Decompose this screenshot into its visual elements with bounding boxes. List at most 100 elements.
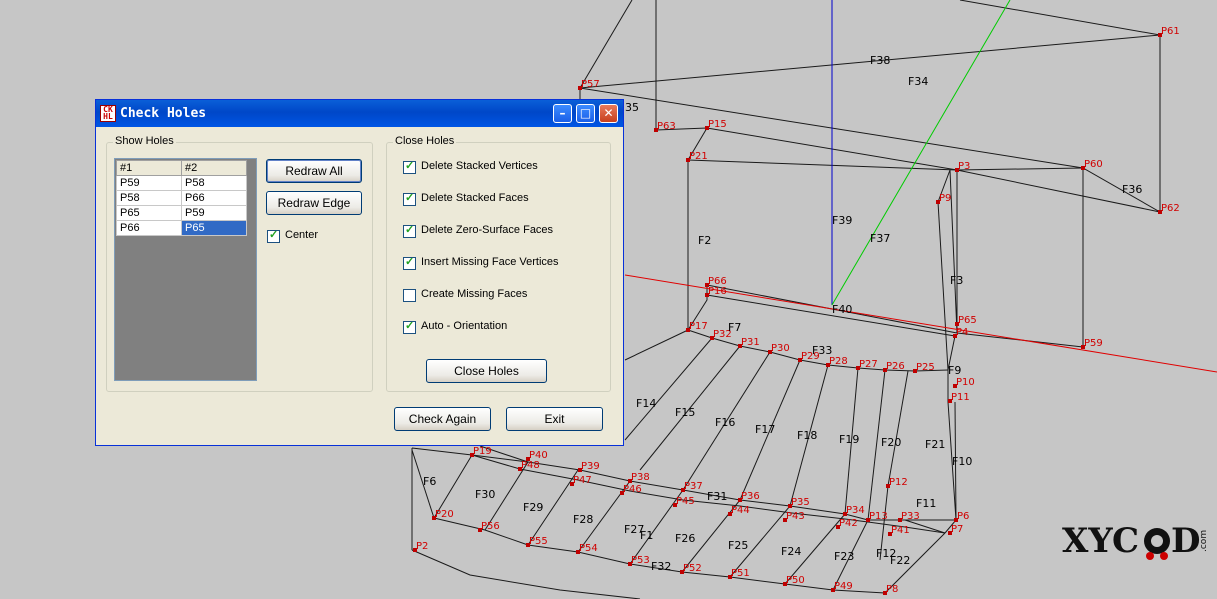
vertex-label: P59 (1084, 338, 1103, 349)
maximize-button[interactable]: □ (576, 104, 595, 123)
vertex-label: P55 (529, 536, 548, 547)
face-label: F16 (715, 416, 735, 429)
vertex-label: P56 (481, 521, 500, 532)
face-label: F9 (948, 364, 961, 377)
column-header[interactable]: #1 (116, 160, 182, 176)
vertex-label: P39 (581, 461, 600, 472)
vertex-label: P10 (956, 377, 975, 388)
list-cell[interactable]: P66 (181, 190, 247, 206)
vertex-label: P44 (731, 505, 750, 516)
list-row[interactable]: P66 P65 (116, 220, 247, 236)
vertex-label: P37 (684, 481, 703, 492)
vertex-label: P21 (689, 151, 708, 162)
checkbox-box[interactable] (403, 255, 416, 270)
vertex-label: P52 (683, 563, 702, 574)
vertex-label: P51 (731, 568, 750, 579)
list-row[interactable]: P58 P66 (116, 190, 247, 206)
checkbox-box[interactable] (403, 191, 416, 206)
center-label: Center (285, 229, 319, 241)
face-label: F3 (950, 274, 963, 287)
list-cell[interactable]: P58 (181, 175, 247, 191)
vertex-label: P16 (708, 286, 727, 297)
vertex-label: P63 (657, 121, 676, 132)
holes-list[interactable]: #1 #2 P59 P58 P58 P66 P65 P59 P66 P65 (114, 158, 257, 381)
vertex-label: P20 (435, 509, 454, 520)
vertex-label: P6 (957, 511, 969, 522)
vertex-label: P26 (886, 361, 905, 372)
check-again-button[interactable]: Check Again (394, 407, 491, 431)
redraw-all-button[interactable]: Redraw All (266, 159, 362, 183)
list-cell-selected[interactable]: P65 (181, 220, 247, 236)
vertex-label: P25 (916, 362, 935, 373)
face-label: F21 (925, 438, 945, 451)
face-label: F11 (916, 497, 936, 510)
vertex-label: P65 (958, 315, 977, 326)
checkbox-box[interactable] (403, 159, 416, 174)
face-label: F20 (881, 436, 901, 449)
option-label: Delete Stacked Vertices (421, 160, 538, 172)
face-label: F18 (797, 429, 817, 442)
vertex-label: P31 (741, 337, 760, 348)
svg-text:D: D (1171, 521, 1200, 561)
list-row[interactable]: P65 P59 (116, 205, 247, 221)
vertex-label: P7 (951, 524, 963, 535)
list-cell[interactable]: P59 (181, 205, 247, 221)
face-label: F10 (952, 455, 972, 468)
redraw-edge-button[interactable]: Redraw Edge (266, 191, 362, 215)
checkbox-box[interactable] (267, 228, 280, 243)
vertex-label: P42 (839, 518, 858, 529)
vertex-label: P57 (581, 79, 600, 90)
title-bar[interactable]: CK HL Check Holes – □ ✕ (96, 100, 623, 127)
option-label: Delete Zero-Surface Faces (421, 224, 554, 236)
watermark-logo: XYC D .com (1062, 521, 1209, 561)
vertex-label: P27 (859, 359, 878, 370)
list-row[interactable]: P59 P58 (116, 175, 247, 191)
column-header[interactable]: #2 (181, 160, 247, 176)
face-label: F40 (832, 303, 852, 316)
checkbox-box[interactable] (403, 289, 416, 302)
app-icon: CK HL (100, 105, 116, 122)
face-label: F25 (728, 539, 748, 552)
checkbox-box[interactable] (403, 223, 416, 238)
face-label: F14 (636, 397, 656, 410)
vertex-label: P45 (676, 496, 695, 507)
show-holes-legend: Show Holes (113, 135, 176, 147)
vertex-label: P11 (951, 392, 970, 403)
face-label: F7 (728, 321, 741, 334)
close-holes-button[interactable]: Close Holes (426, 359, 547, 383)
list-cell[interactable]: P59 (116, 175, 182, 191)
face-label: F24 (781, 545, 801, 558)
face-label: F33 (812, 344, 832, 357)
option-label: Create Missing Faces (421, 288, 528, 300)
face-label: F29 (523, 501, 543, 514)
vertex-label: P47 (573, 475, 592, 486)
close-button[interactable]: ✕ (599, 104, 618, 123)
vertex-label: P61 (1161, 26, 1180, 37)
vertex-label: P48 (521, 460, 540, 471)
list-cell[interactable]: P58 (116, 190, 182, 206)
dialog-title: Check Holes (120, 106, 207, 121)
vertex-label: P43 (786, 511, 805, 522)
svg-text:XYC: XYC (1062, 521, 1139, 561)
vertex-label: P35 (791, 497, 810, 508)
list-cell[interactable]: P66 (116, 220, 182, 236)
face-label: F23 (834, 550, 854, 563)
vertex-label: P53 (631, 555, 650, 566)
face-label: F37 (870, 232, 890, 245)
option-label: Delete Stacked Faces (421, 192, 529, 204)
checkbox-box[interactable] (403, 319, 416, 334)
option-label: Insert Missing Face Vertices (421, 256, 559, 268)
vertex-label: P19 (473, 446, 492, 457)
face-label: F38 (870, 54, 890, 67)
vertex-label: P50 (786, 575, 805, 586)
minimize-button[interactable]: – (553, 104, 572, 123)
face-label: F19 (839, 433, 859, 446)
face-label: F31 (707, 490, 727, 503)
list-cell[interactable]: P65 (116, 205, 182, 221)
exit-button[interactable]: Exit (506, 407, 603, 431)
face-label: F36 (1122, 183, 1142, 196)
vertex-label: P17 (689, 321, 708, 332)
vertex-label: P34 (846, 505, 865, 516)
vertex-label: P62 (1161, 203, 1180, 214)
vertex-label: P13 (869, 511, 888, 522)
